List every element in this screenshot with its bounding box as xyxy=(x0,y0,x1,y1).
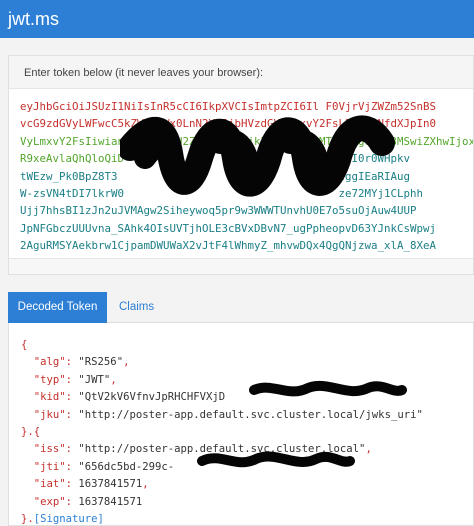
json-value: "656dc5bd-299c- xyxy=(78,460,175,473)
json-value: "http://poster-app.default.svc.cluster.l… xyxy=(78,408,423,421)
json-key: "exp" xyxy=(33,495,66,508)
json-separator: }. xyxy=(21,513,34,526)
json-value: "JWT" xyxy=(78,373,111,386)
signature-label: [Signature] xyxy=(33,513,104,526)
tab-claims[interactable]: Claims xyxy=(119,292,154,323)
json-key: "jti" xyxy=(33,460,66,473)
token-line: JpNFGbczUUUvna_SAhk4OIsUVTjhOLE3cBVxDBvN… xyxy=(20,221,437,235)
token-line: eyJhbGciOiJSUzI1NiIsInR5cCI6IkpXVCIsImtp… xyxy=(20,100,437,113)
token-card-footer xyxy=(9,258,473,274)
json-key: "iat" xyxy=(33,478,66,491)
json-key: "kid" xyxy=(33,391,66,404)
token-line: 2AguRMSYAekbrw1CjpamDWUWaX2vJtF4lWhmyZ_m… xyxy=(20,239,437,253)
result-tabs: Decoded Token Claims xyxy=(8,292,474,323)
tab-decoded-token[interactable]: Decoded Token xyxy=(8,292,107,323)
json-value: 1637841571 xyxy=(78,478,143,491)
app-title[interactable]: jwt.ms xyxy=(8,9,59,30)
decoded-token-panel: { "alg": "RS256", "typ": "JWT", "kid": "… xyxy=(8,323,474,526)
token-line: R9xeAvlaQhQloQiD xyxy=(20,152,125,166)
json-key: "typ" xyxy=(33,373,66,386)
json-key: "alg" xyxy=(33,356,66,369)
token-line: tWEzw_Pk0BpZ8T3 xyxy=(20,169,118,183)
json-separator: }.{ xyxy=(21,426,41,439)
json-value: "RS256" xyxy=(78,356,124,369)
token-line: W-zsVN4tDI7lkrW0 xyxy=(20,187,125,201)
redaction-scribble xyxy=(249,380,407,397)
redaction-scribble xyxy=(197,451,355,468)
json-value: 1637841571 xyxy=(78,495,143,508)
top-bar: jwt.ms xyxy=(0,0,474,38)
json-key: "jku" xyxy=(33,408,66,421)
token-line: Ujj7hhsBI1zJn2uJVMAgw2Siheywoq5pr9w3WWWT… xyxy=(20,204,417,218)
json-key: "iss" xyxy=(33,443,66,456)
token-input-label: Enter token below (it never leaves your … xyxy=(9,56,473,89)
redaction-scribble xyxy=(120,115,395,197)
json-brace: { xyxy=(21,339,28,351)
json-value: "QtV2kV6VfnvJpRHCHFVXjD xyxy=(78,391,226,404)
